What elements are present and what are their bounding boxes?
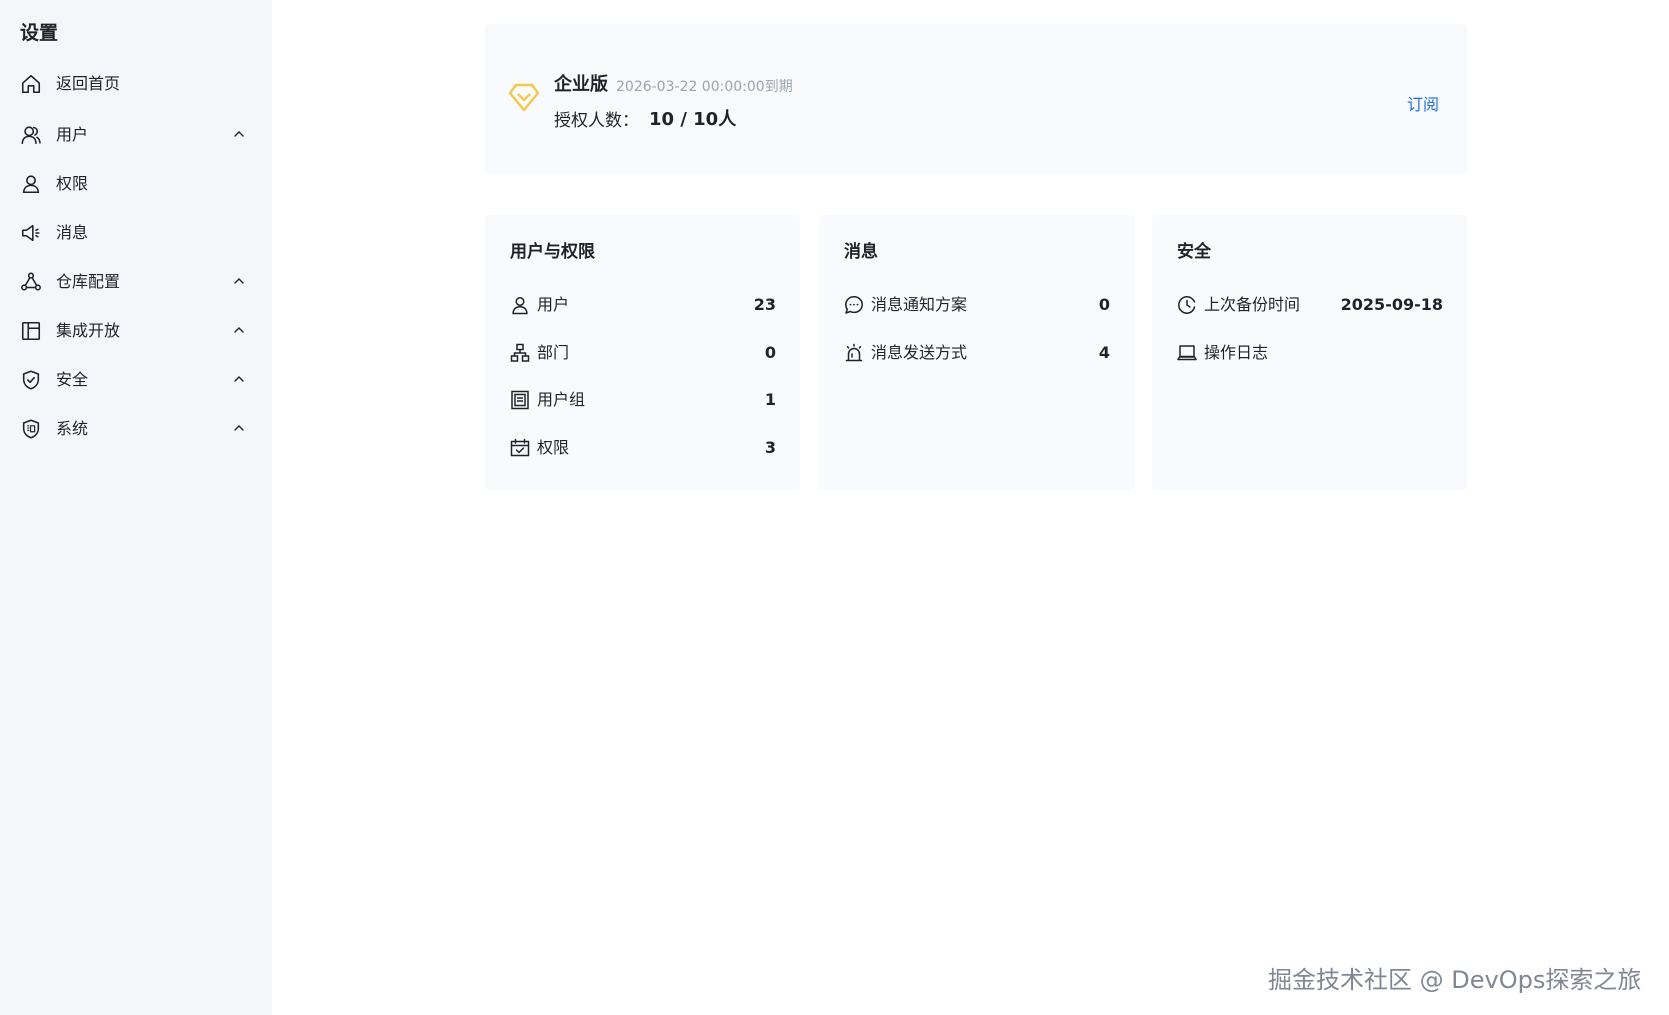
stat-value: 4 [1098,343,1110,362]
megaphone-icon [20,222,42,244]
sidebar-item-home[interactable]: 返回首页 [0,64,272,104]
diamond-icon [507,80,541,114]
stat-row-send-methods[interactable]: 消息发送方式 4 [844,341,1110,367]
stat-row-operation-log[interactable]: 操作日志 [1177,341,1443,367]
stat-label: 消息通知方案 [871,295,968,314]
chevron-up-icon[interactable] [232,421,246,435]
license-card: 企业版 2026-03-22 00:00:00到期 授权人数： 10 / 10人… [485,24,1467,174]
user-icon [510,295,530,315]
sidebar: 设置 返回首页 用户 权限 消息 仓库配置 集成开放 安全 系统 [0,0,272,1015]
stat-row-permissions[interactable]: 权限 3 [510,436,776,462]
sidebar-item-users[interactable]: 用户 [0,115,272,155]
sidebar-item-permissions[interactable]: 权限 [0,164,272,204]
sidebar-item-integration[interactable]: 集成开放 [0,311,272,351]
users-icon [20,124,42,146]
chevron-up-icon[interactable] [232,127,246,141]
license-users-value: 10 / 10人 [649,109,737,130]
sidebar-item-label: 用户 [56,125,89,144]
laptop-icon [1177,343,1197,363]
stat-row-departments[interactable]: 部门 0 [510,341,776,367]
stat-label: 部门 [537,343,570,362]
stat-row-user-groups[interactable]: 用户组 1 [510,388,776,414]
stat-label: 权限 [537,438,570,457]
card-title: 消息 [844,242,878,262]
stat-value: 2025-09-18 [1340,295,1443,314]
watermark: 掘金技术社区 @ DevOps探索之旅 [1268,966,1642,994]
chat-icon [844,295,864,315]
sidebar-item-label: 安全 [56,370,89,389]
stat-label: 用户组 [537,390,586,409]
stat-value: 3 [764,438,776,457]
shield-cert-icon [20,418,42,440]
messages-card: 消息 消息通知方案 0 消息发送方式 4 [819,215,1134,490]
stat-row-last-backup[interactable]: 上次备份时间 2025-09-18 [1177,293,1443,319]
alarm-icon [844,343,864,363]
card-title: 用户与权限 [510,242,595,262]
sidebar-item-label: 集成开放 [56,321,121,340]
stat-row-users[interactable]: 用户 23 [510,293,776,319]
clock-icon [1177,295,1197,315]
sidebar-item-security[interactable]: 安全 [0,360,272,400]
stat-label: 上次备份时间 [1204,295,1301,314]
sidebar-item-messages[interactable]: 消息 [0,213,272,253]
sidebar-item-system[interactable]: 系统 [0,409,272,449]
stat-value: 0 [764,343,776,362]
layout-icon [20,320,42,342]
sidebar-item-label: 消息 [56,223,89,242]
chevron-up-icon[interactable] [232,372,246,386]
card-title: 安全 [1177,242,1211,262]
user-icon [20,173,42,195]
sidebar-item-label: 仓库配置 [56,272,121,291]
sidebar-item-label: 权限 [56,174,89,193]
calendar-check-icon [510,438,530,458]
chevron-up-icon[interactable] [232,323,246,337]
license-edition: 企业版 [554,74,608,95]
shield-check-icon [20,369,42,391]
sidebar-title: 设置 [20,22,59,44]
sidebar-item-label: 系统 [56,419,89,438]
stat-value: 0 [1098,295,1110,314]
users-permissions-card: 用户与权限 用户 23 部门 0 用户组 1 权限 3 [485,215,800,490]
stat-value: 1 [764,390,776,409]
org-icon [510,343,530,363]
app: 设置 返回首页 用户 权限 消息 仓库配置 集成开放 安全 系统 企业版 202… [0,0,1669,1015]
stat-label: 用户 [537,295,570,314]
home-icon [20,73,42,95]
chevron-up-icon[interactable] [232,274,246,288]
group-icon [510,390,530,410]
stat-label: 操作日志 [1204,343,1269,362]
security-card: 安全 上次备份时间 2025-09-18 操作日志 [1152,215,1467,490]
subscribe-link[interactable]: 订阅 [1407,91,1439,115]
stat-row-notification-schemes[interactable]: 消息通知方案 0 [844,293,1110,319]
license-expire-date: 2026-03-22 00:00:00到期 [616,79,793,95]
nodes-icon [20,271,42,293]
stat-value: 23 [753,295,776,314]
stat-label: 消息发送方式 [871,343,968,362]
license-users-label: 授权人数： [554,111,639,131]
sidebar-item-repo-config[interactable]: 仓库配置 [0,262,272,302]
sidebar-item-label: 返回首页 [56,74,121,93]
